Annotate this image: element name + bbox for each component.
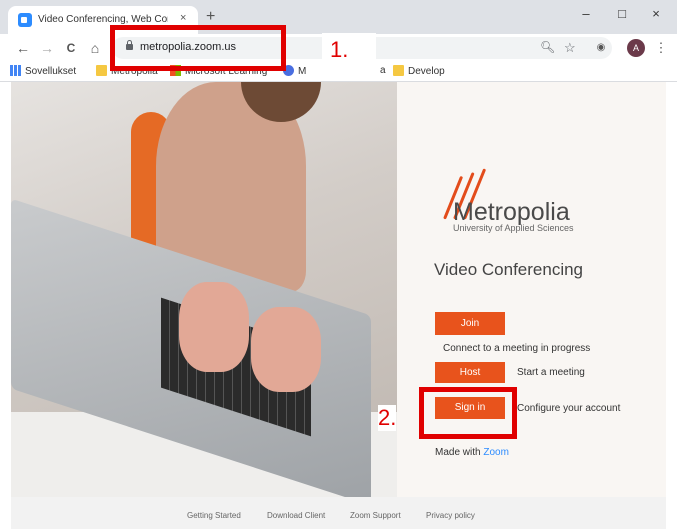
page-footer: Getting Started Download Client Zoom Sup… — [11, 497, 666, 529]
annotation-box-1 — [110, 25, 286, 71]
brand-subtitle: University of Applied Sciences — [453, 223, 574, 233]
zoom-lens-icon[interactable]: 🔍︎ — [540, 40, 555, 54]
bookmark-develop[interactable]: Develop — [393, 65, 445, 77]
footer-privacy-policy[interactable]: Privacy policy — [426, 511, 475, 520]
left-hand-shape — [179, 282, 249, 372]
home-icon[interactable]: ⌂ — [86, 39, 104, 57]
minimize-icon[interactable]: – — [576, 6, 596, 21]
web-page: Metropolia University of Applied Science… — [11, 82, 666, 529]
right-hand-shape — [251, 307, 321, 392]
folder-icon — [393, 65, 404, 76]
close-window-icon[interactable]: × — [646, 6, 666, 21]
zoom-favicon-icon — [18, 13, 32, 27]
hero-photo — [11, 82, 397, 497]
annotation-label-1: 1. — [322, 33, 376, 69]
forward-icon[interactable]: → — [38, 39, 56, 57]
new-tab-icon[interactable]: + — [206, 9, 215, 25]
join-description: Connect to a meeting in progress — [443, 343, 591, 354]
bookmark-apps[interactable]: Sovellukset — [10, 65, 76, 77]
tab-close-icon[interactable]: × — [180, 12, 186, 24]
zoom-link[interactable]: Zoom — [483, 447, 509, 458]
host-description: Start a meeting — [517, 367, 585, 378]
annotation-box-2 — [419, 387, 517, 439]
menu-icon[interactable]: ⋮ — [652, 39, 670, 57]
footer-download-client[interactable]: Download Client — [267, 511, 325, 520]
footer-getting-started[interactable]: Getting Started — [187, 511, 241, 520]
footer-zoom-support[interactable]: Zoom Support — [350, 511, 401, 520]
tab-title: Video Conferencing, Web Confe... — [38, 14, 168, 25]
folder-icon — [96, 65, 107, 76]
host-button[interactable]: Host — [435, 362, 505, 383]
back-icon[interactable]: ← — [14, 39, 32, 57]
tab-strip: Video Conferencing, Web Confe... × + – □… — [0, 0, 677, 34]
sign-in-description: Configure your account — [517, 403, 621, 414]
extension-icon[interactable]: ◉ — [592, 39, 610, 57]
made-with-zoom: Made with Zoom — [435, 447, 509, 458]
maximize-icon[interactable]: □ — [612, 6, 632, 21]
bookmark-m[interactable]: M — [283, 65, 306, 77]
star-icon[interactable]: ☆ — [564, 40, 576, 56]
annotation-label-2: 2. — [378, 405, 397, 431]
profile-avatar[interactable]: A — [627, 39, 645, 57]
join-button[interactable]: Join — [435, 312, 505, 335]
reload-icon[interactable]: C — [62, 39, 80, 57]
apps-icon — [10, 65, 21, 76]
page-title: Video Conferencing — [434, 260, 584, 279]
bookmark-a[interactable]: a — [380, 65, 386, 76]
